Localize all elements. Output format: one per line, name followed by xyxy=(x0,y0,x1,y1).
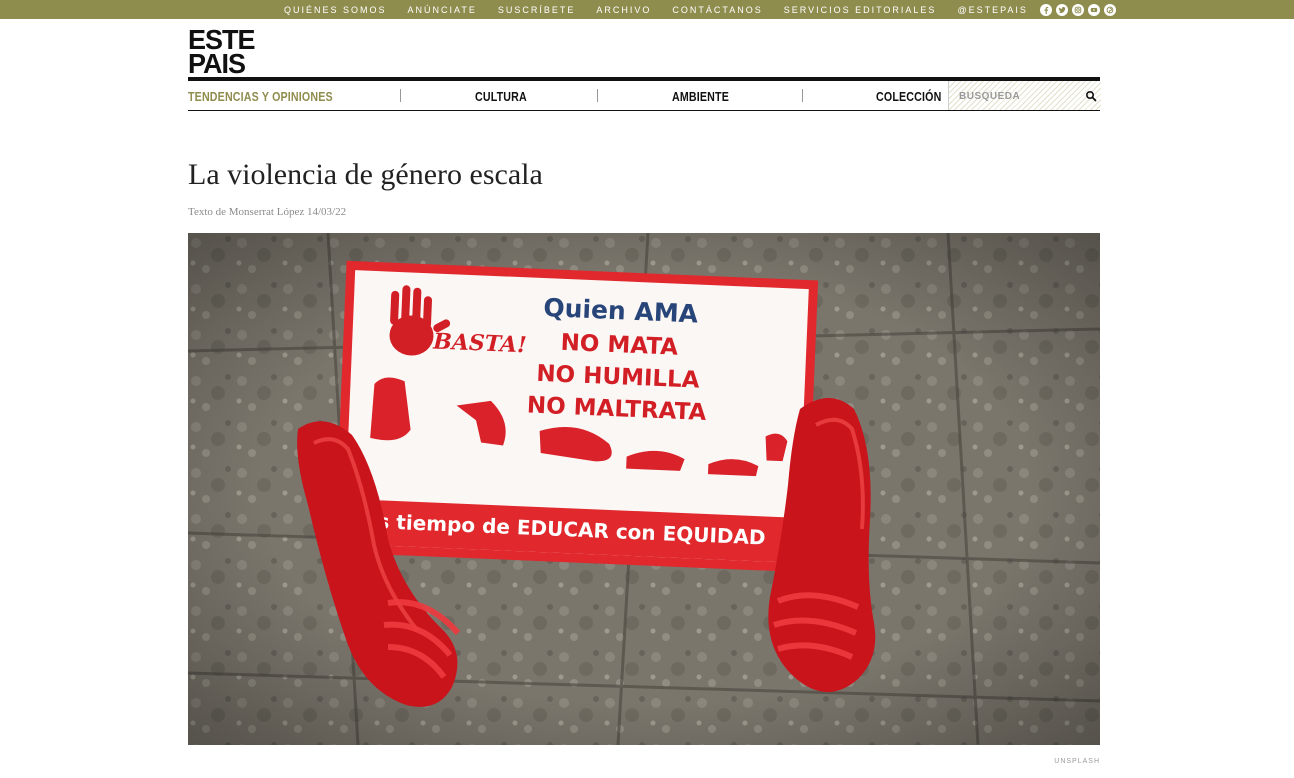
top-links: QUIÉNES SOMOS ANÚNCIATE SUSCRÍBETE ARCHI… xyxy=(284,0,1116,19)
top-link-servicios-editoriales[interactable]: SERVICIOS EDITORIALES xyxy=(784,5,937,15)
social-icons xyxy=(1039,3,1116,16)
top-link-quienes-somos[interactable]: QUIÉNES SOMOS xyxy=(284,5,387,15)
nav-separator xyxy=(802,89,803,102)
article-byline: Texto de Monserrat López 14/03/22 xyxy=(188,206,347,218)
top-link-archivo[interactable]: ARCHIVO xyxy=(596,5,651,15)
top-utility-bar: QUIÉNES SOMOS ANÚNCIATE SUSCRÍBETE ARCHI… xyxy=(0,0,1294,19)
nav-separator xyxy=(400,89,401,102)
nav-item-coleccion[interactable]: COLECCIÓN xyxy=(876,86,941,106)
facebook-icon[interactable] xyxy=(1039,3,1052,16)
nav-item-cultura[interactable]: CULTURA xyxy=(475,86,527,106)
logo-line-2: PAIS xyxy=(188,48,246,80)
article-title: La violencia de género escala xyxy=(188,158,543,191)
top-link-contactanos[interactable]: CONTÁCTANOS xyxy=(672,5,762,15)
nav-separator xyxy=(597,89,598,102)
top-link-suscribete[interactable]: SUSCRÍBETE xyxy=(498,5,576,15)
pinterest-icon[interactable] xyxy=(1103,3,1116,16)
sign-basta: BASTA! xyxy=(432,328,527,358)
nav-item-ambiente[interactable]: AMBIENTE xyxy=(672,86,729,106)
top-link-anunciate[interactable]: ANÚNCIATE xyxy=(408,5,477,15)
search-icon[interactable] xyxy=(1085,89,1097,102)
twitter-icon[interactable] xyxy=(1055,3,1068,16)
image-credit: UNSPLASH xyxy=(1054,758,1100,765)
instagram-icon[interactable] xyxy=(1071,3,1084,16)
nav-item-tendencias-y-opiniones[interactable]: TENDENCIAS Y OPINIONES xyxy=(188,86,333,106)
search-box xyxy=(948,81,1101,110)
hero-image: Quien AMA NO MATA NO HUMILLA NO MALTRATA… xyxy=(188,233,1100,745)
top-link-handle[interactable]: @ESTEPAIS xyxy=(957,5,1027,15)
search-input[interactable] xyxy=(959,88,1079,104)
youtube-icon[interactable] xyxy=(1087,3,1100,16)
site-logo[interactable]: ESTE PAIS xyxy=(188,26,256,80)
nav-bottom-rule xyxy=(188,110,1100,111)
sign-line-2: NO MATA xyxy=(560,330,679,361)
